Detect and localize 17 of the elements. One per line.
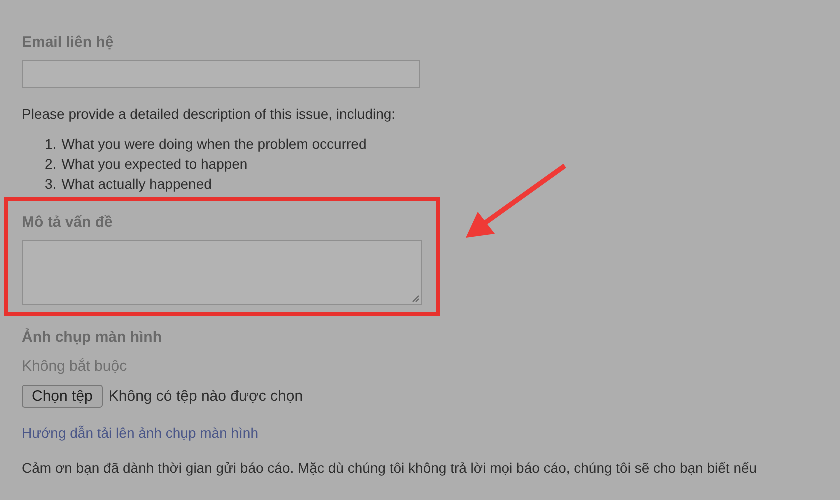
description-text-area[interactable] xyxy=(22,240,422,305)
list-item-text: What you expected to happen xyxy=(62,156,248,172)
optional-hint: Không bắt buộc xyxy=(22,358,128,375)
email-label: Email liên hệ xyxy=(22,34,115,51)
list-number: 3. xyxy=(45,176,57,192)
thanks-text: Cảm ơn bạn đã dành thời gian gửi báo cáo. Mặc dù chúng tôi không trả lời mọi báo cáo, chúng tôi sẽ cho bạn biết nếu xyxy=(22,460,758,476)
resize-grip-icon[interactable] xyxy=(412,295,420,303)
list-item-text: What you were doing when the problem occurred xyxy=(62,136,367,152)
screenshot-label: Ảnh chụp màn hình xyxy=(22,329,163,346)
description-label: Mô tả vấn đề xyxy=(22,214,114,231)
email-input-field[interactable] xyxy=(22,60,420,88)
file-status-text: Không có tệp nào được chọn xyxy=(108,388,304,405)
list-number: 2. xyxy=(45,156,57,172)
choose-file-button[interactable]: Chọn tệp xyxy=(22,385,103,408)
list-item-text: What actually happened xyxy=(62,176,212,192)
list-number: 1. xyxy=(45,136,57,152)
instructions-text: Please provide a detailed description of this issue, including: xyxy=(22,106,397,122)
